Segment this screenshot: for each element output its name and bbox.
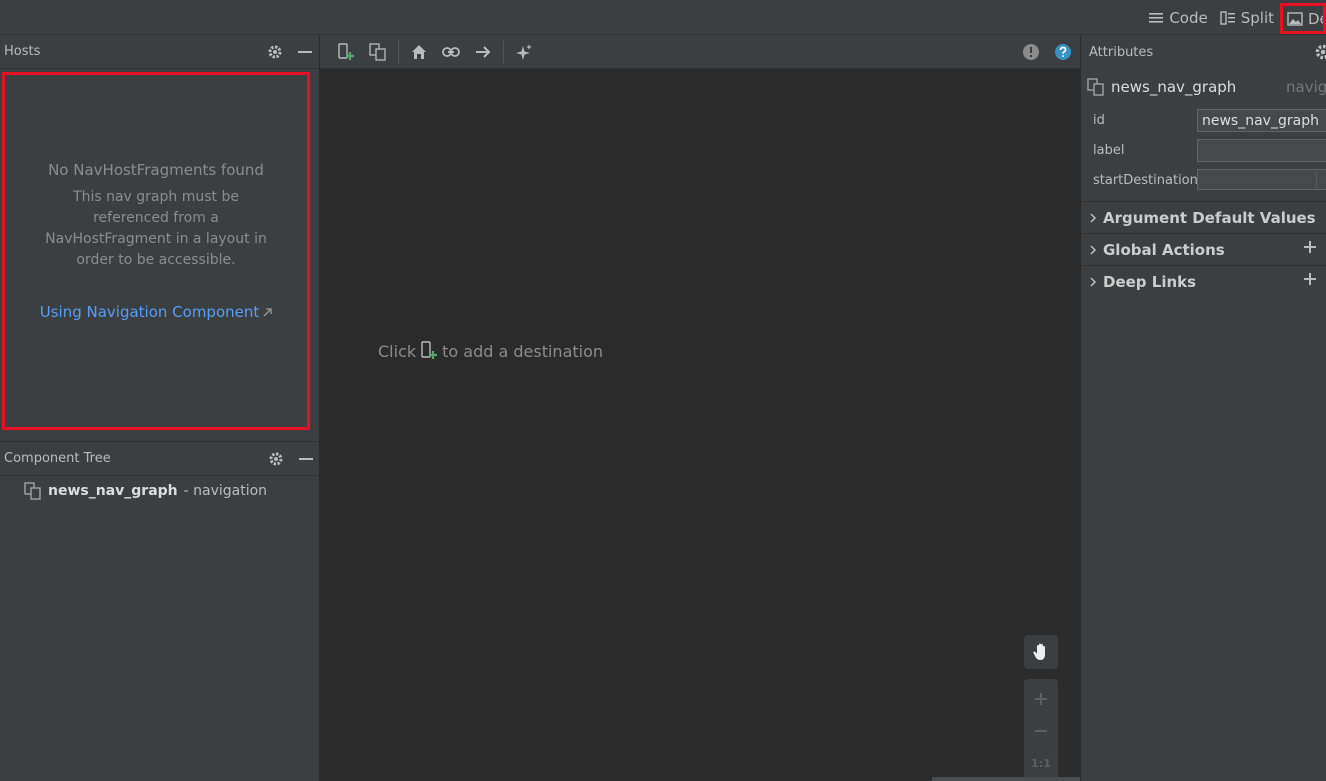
hosts-empty-title: No NavHostFragments found [48,161,264,179]
hosts-title: Hosts [4,44,41,59]
hint-text-after: to add a destination [442,341,604,361]
tree-node-type: - navigation [183,483,268,499]
horizontal-scrollbar[interactable] [932,777,1080,781]
minimize-icon[interactable] [298,451,314,467]
attributes-header: Attributes [1081,35,1326,69]
section-deep-links[interactable]: Deep Links [1081,265,1326,297]
section-label: Deep Links [1103,272,1197,291]
hosts-header: Hosts [0,35,319,69]
nested-graph-icon [24,482,41,500]
add-destination-hint: Click to add a destination [378,341,603,361]
section-label: Global Actions [1103,240,1225,259]
plus-icon [1035,693,1047,705]
attribute-row-id: id [1081,105,1326,135]
new-destination-button[interactable] [330,37,362,67]
component-tree-header: Component Tree [0,442,320,476]
design-view-button[interactable]: De [1280,3,1326,34]
hand-icon [1033,643,1045,660]
warning-icon[interactable] [1022,43,1040,61]
plus-icon[interactable] [1303,272,1317,286]
gear-icon[interactable] [268,451,284,467]
dropdown-arrow-icon [1316,172,1326,188]
component-tree-tools [268,451,314,467]
attribute-row-label: label [1081,135,1326,165]
split-view-label: Split [1240,8,1274,27]
attribute-row-start-destination: startDestination [1081,165,1326,195]
split-view-button[interactable]: Split [1214,3,1280,33]
section-global-actions[interactable]: Global Actions [1081,233,1326,265]
attributes-title: Attributes [1089,44,1154,60]
start-destination-label: startDestination [1093,172,1198,188]
start-destination-dropdown[interactable] [1197,169,1326,190]
label-label: label [1093,142,1125,158]
chevron-right-icon [1090,244,1097,255]
image-icon [1287,11,1303,26]
help-icon[interactable] [1054,43,1072,61]
component-tree-panel: Component Tree news_nav_graph - navigati… [0,441,320,781]
attributes-panel: Attributes news_nav_graph navigation id … [1080,35,1326,781]
design-view-label: De [1308,9,1323,28]
plus-icon[interactable] [1303,240,1317,254]
section-label: Argument Default Values [1103,208,1316,227]
selected-component: news_nav_graph navigation [1081,69,1326,105]
view-mode-switcher: Code Split De [1142,0,1326,35]
tree-row-news-nav-graph[interactable]: news_nav_graph - navigation [0,476,320,506]
arrow-right-icon [476,45,491,58]
left-panel: Hosts No NavHostFragments found This nav… [0,35,320,781]
code-view-button[interactable]: Code [1142,3,1213,33]
minus-icon [1035,730,1047,732]
id-label: id [1093,112,1105,128]
label-field[interactable] [1197,139,1326,162]
new-destination-icon [338,42,354,60]
component-tree-title: Component Tree [4,451,111,466]
auto-arrange-button[interactable] [508,37,540,67]
sparkle-icon [516,43,532,60]
tree-node-name: news_nav_graph [48,483,178,499]
external-link-icon [263,307,272,316]
zoom-out-button[interactable] [1024,715,1058,747]
home-icon [412,44,426,59]
add-action-button[interactable] [467,37,499,67]
id-field[interactable] [1197,109,1326,132]
selected-component-type: navigation [1286,78,1326,96]
editor-top-bar: Code Split De [0,0,1326,35]
design-canvas-area: Click to add a destination 1:1 [320,35,1080,781]
nested-graph-icon [369,42,386,61]
nested-graph-icon [1087,78,1104,96]
hint-text-before: Click [378,341,417,361]
new-destination-icon [421,341,438,359]
selected-component-name: news_nav_graph [1111,78,1237,96]
assign-start-destination-button[interactable] [403,37,435,67]
link-icon [442,46,460,57]
hosts-empty-description: This nav graph must be referenced from a… [45,189,267,268]
section-argument-default-values[interactable]: Argument Default Values [1081,201,1326,233]
nested-graph-button[interactable] [362,37,394,67]
pan-mode-button[interactable] [1024,635,1058,669]
navigation-component-link-text: Using Navigation Component [39,303,260,321]
minimize-icon[interactable] [297,44,313,60]
chevron-right-icon [1090,212,1097,223]
toolbar-separator [503,40,504,63]
gear-icon[interactable] [1314,43,1326,61]
chevron-right-icon [1090,276,1097,287]
zoom-reset-button[interactable]: 1:1 [1024,747,1058,779]
zoom-in-button[interactable] [1024,683,1058,715]
split-view-icon [1220,10,1235,25]
zoom-stack: 1:1 [1024,679,1058,781]
nav-editor-toolbar [320,35,1080,69]
navigation-component-link[interactable]: Using Navigation Component [40,303,273,321]
gear-icon[interactable] [267,44,283,60]
hosts-empty-panel: No NavHostFragments found This nav graph… [2,72,310,430]
add-deep-link-button[interactable] [435,37,467,67]
zoom-controls: 1:1 [1024,635,1058,781]
code-lines-icon [1149,12,1164,23]
hosts-tools [267,44,313,60]
toolbar-right-tools [1022,35,1072,69]
code-view-label: Code [1169,8,1208,27]
toolbar-separator [398,40,399,63]
